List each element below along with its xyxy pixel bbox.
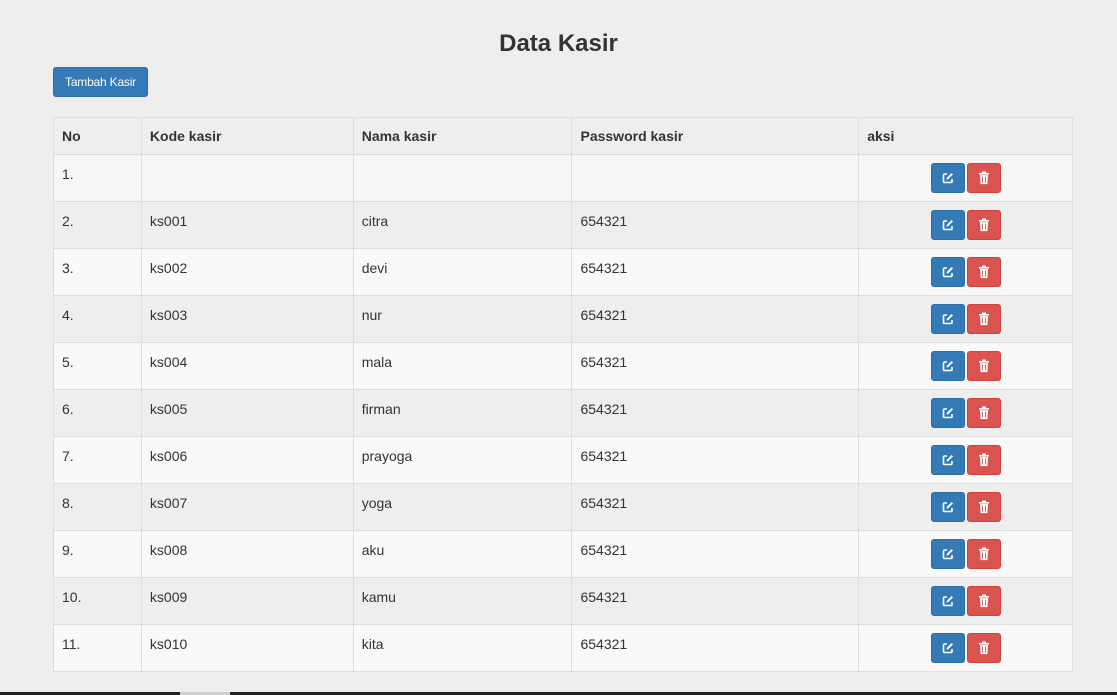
delete-button[interactable]	[966, 633, 1001, 663]
cell-nama-kasir: nur	[352, 295, 573, 343]
cell-password-kasir: 654321	[571, 248, 860, 296]
cell-aksi	[858, 530, 1073, 578]
table-body: 1. 2. ks001 citra 654321 3. ks002 devi 654321 4. k…	[53, 154, 1073, 672]
cell-no: 9.	[53, 530, 142, 578]
table-row: 3. ks002 devi 654321	[53, 248, 1073, 296]
table-row: 2. ks001 citra 654321	[53, 201, 1073, 249]
cell-password-kasir	[571, 154, 860, 202]
cell-no: 3.	[53, 248, 142, 296]
cell-no: 1.	[53, 154, 142, 202]
cell-password-kasir: 654321	[571, 436, 860, 484]
cell-no: 7.	[53, 436, 142, 484]
cell-no: 8.	[53, 483, 142, 531]
cell-no: 11.	[53, 624, 142, 672]
delete-button[interactable]	[966, 398, 1001, 428]
delete-button[interactable]	[966, 586, 1001, 616]
cell-nama-kasir: kamu	[352, 577, 573, 625]
cell-kode-kasir: ks009	[140, 577, 354, 625]
cell-kode-kasir: ks005	[140, 389, 354, 437]
cell-kode-kasir	[140, 154, 354, 202]
column-header-no: No	[53, 117, 142, 155]
cell-no: 2.	[53, 201, 142, 249]
delete-button[interactable]	[966, 351, 1001, 381]
cell-kode-kasir: ks006	[140, 436, 354, 484]
cell-nama-kasir: aku	[352, 530, 573, 578]
edit-button[interactable]	[930, 210, 965, 240]
table-row: 7. ks006 prayoga 654321	[53, 436, 1073, 484]
cell-aksi	[858, 248, 1073, 296]
table-row: 10. ks009 kamu 654321	[53, 577, 1073, 625]
delete-button[interactable]	[966, 539, 1001, 569]
cell-password-kasir: 654321	[571, 624, 860, 672]
cell-kode-kasir: ks008	[140, 530, 354, 578]
edit-button[interactable]	[930, 492, 965, 522]
cell-kode-kasir: ks003	[140, 295, 354, 343]
edit-button[interactable]	[930, 398, 965, 428]
cell-nama-kasir: firman	[352, 389, 573, 437]
cell-password-kasir: 654321	[571, 342, 860, 390]
delete-button[interactable]	[966, 445, 1001, 475]
column-header-password: Password kasir	[571, 117, 860, 155]
cell-password-kasir: 654321	[571, 483, 860, 531]
cell-nama-kasir: devi	[352, 248, 573, 296]
cell-password-kasir: 654321	[571, 530, 860, 578]
table-row: 4. ks003 nur 654321	[53, 295, 1073, 343]
edit-button[interactable]	[930, 586, 965, 616]
cell-nama-kasir: citra	[352, 201, 573, 249]
cell-aksi	[858, 154, 1073, 202]
column-header-nama: Nama kasir	[352, 117, 573, 155]
page: Data Kasir Tambah Kasir No Kode kasir Na…	[0, 0, 1117, 695]
delete-button[interactable]	[966, 304, 1001, 334]
edit-button[interactable]	[930, 445, 965, 475]
cell-password-kasir: 654321	[571, 577, 860, 625]
table-row: 8. ks007 yoga 654321	[53, 483, 1073, 531]
edit-button[interactable]	[930, 257, 965, 287]
cell-nama-kasir: yoga	[352, 483, 573, 531]
cell-aksi	[858, 342, 1073, 390]
page-title: Data Kasir	[499, 30, 618, 57]
cell-aksi	[858, 389, 1073, 437]
cell-nama-kasir: mala	[352, 342, 573, 390]
edit-button[interactable]	[930, 633, 965, 663]
cell-password-kasir: 654321	[571, 201, 860, 249]
cell-nama-kasir: kita	[352, 624, 573, 672]
edit-button[interactable]	[930, 351, 965, 381]
cell-password-kasir: 654321	[571, 389, 860, 437]
cell-kode-kasir: ks004	[140, 342, 354, 390]
cell-aksi	[858, 201, 1073, 249]
cell-nama-kasir: prayoga	[352, 436, 573, 484]
cell-nama-kasir	[352, 154, 573, 202]
cell-aksi	[858, 436, 1073, 484]
table-header-row: No Kode kasir Nama kasir Password kasir …	[53, 117, 1073, 155]
cell-kode-kasir: ks007	[140, 483, 354, 531]
table-row: 11. ks010 kita 654321	[53, 624, 1073, 672]
table-row: 5. ks004 mala 654321	[53, 342, 1073, 390]
cell-aksi	[858, 483, 1073, 531]
cell-aksi	[858, 577, 1073, 625]
delete-button[interactable]	[966, 492, 1001, 522]
cell-no: 10.	[53, 577, 142, 625]
delete-button[interactable]	[966, 257, 1001, 287]
table-row: 6. ks005 firman 654321	[53, 389, 1073, 437]
cell-aksi	[858, 295, 1073, 343]
column-header-kode: Kode kasir	[140, 117, 354, 155]
cell-no: 6.	[53, 389, 142, 437]
column-header-aksi: aksi	[858, 117, 1073, 155]
table-row: 9. ks008 aku 654321	[53, 530, 1073, 578]
cell-aksi	[858, 624, 1073, 672]
edit-button[interactable]	[930, 539, 965, 569]
add-kasir-button[interactable]: Tambah Kasir	[53, 67, 148, 97]
cell-password-kasir: 654321	[571, 295, 860, 343]
table-row: 1.	[53, 154, 1073, 202]
cell-kode-kasir: ks001	[140, 201, 354, 249]
delete-button[interactable]	[966, 210, 1001, 240]
edit-button[interactable]	[930, 163, 965, 193]
cell-kode-kasir: ks010	[140, 624, 354, 672]
delete-button[interactable]	[966, 163, 1001, 193]
kasir-table: No Kode kasir Nama kasir Password kasir …	[53, 117, 1073, 672]
cell-no: 5.	[53, 342, 142, 390]
cell-no: 4.	[53, 295, 142, 343]
edit-button[interactable]	[930, 304, 965, 334]
cell-kode-kasir: ks002	[140, 248, 354, 296]
